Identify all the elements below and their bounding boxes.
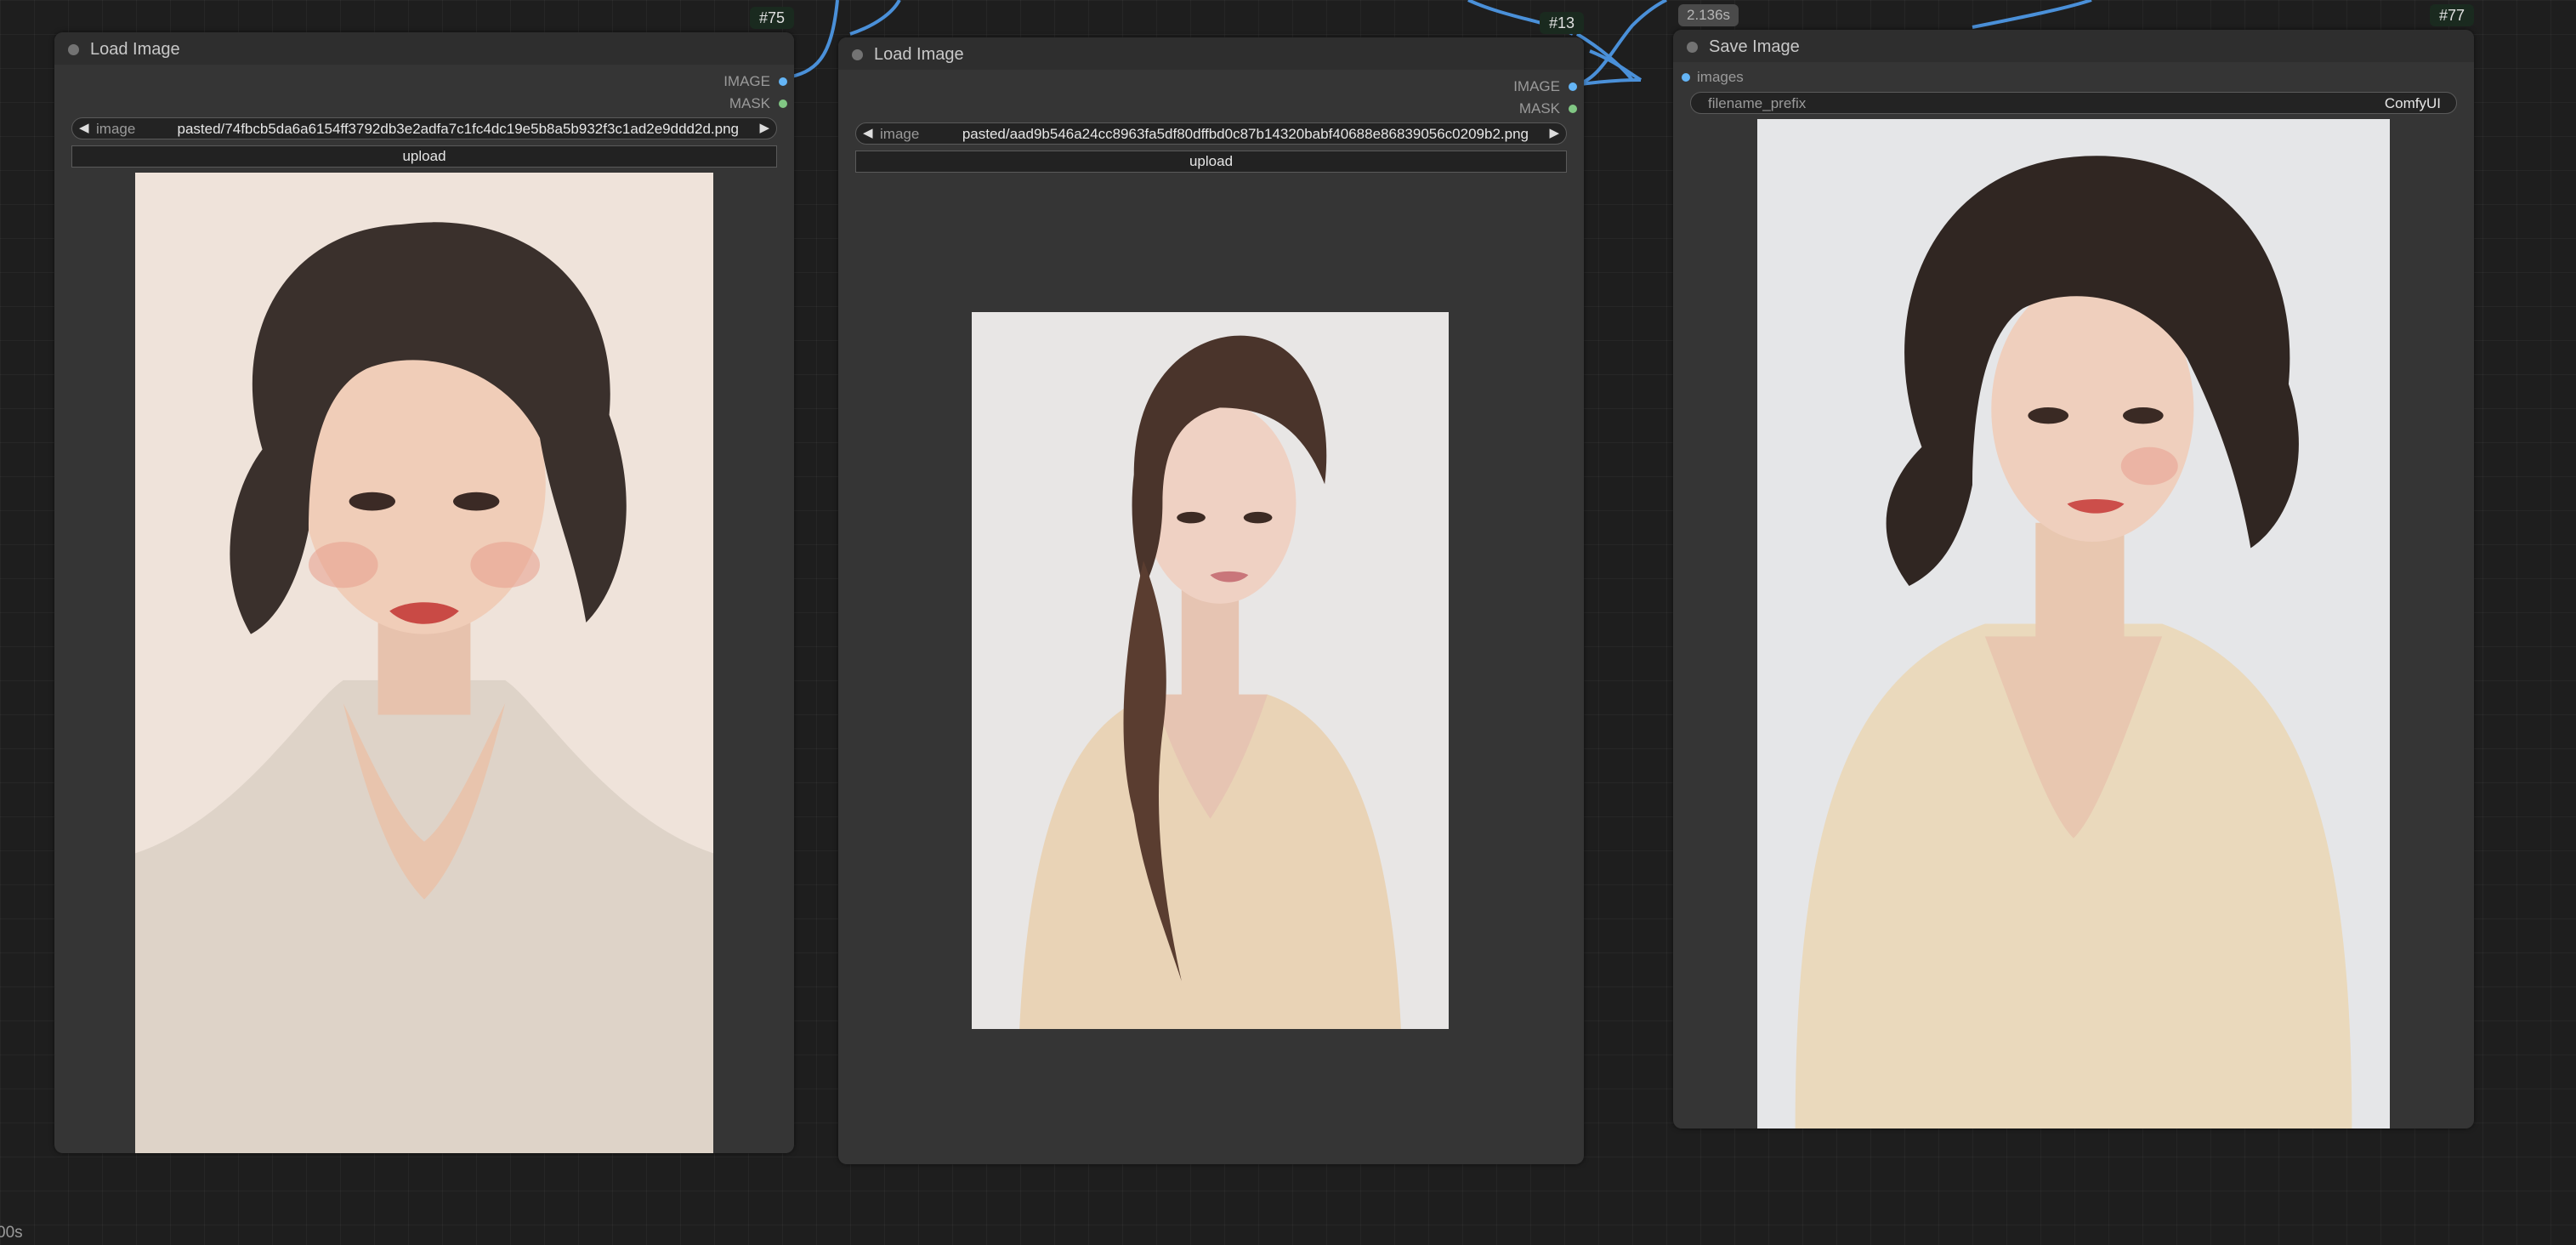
- widget-name: filename_prefix: [1708, 95, 1807, 111]
- widget-value: ComfyUI: [2384, 95, 2441, 111]
- execution-time-badge: 2.136s: [1678, 4, 1739, 26]
- node-title: Load Image: [90, 40, 180, 59]
- upload-button[interactable]: upload: [855, 151, 1567, 173]
- load-image-node-75[interactable]: #75 Load Image IMAGE MASK ◀ image pasted…: [54, 7, 794, 1153]
- image-preview: [972, 312, 1449, 1029]
- node-id-badge: #13: [1539, 12, 1584, 34]
- output-slot-image[interactable]: [1569, 82, 1577, 91]
- node-title-bar[interactable]: Load Image: [54, 32, 794, 65]
- image-preview: [135, 173, 713, 1153]
- collapse-dot-icon[interactable]: [68, 44, 79, 55]
- output-slot-mask[interactable]: [779, 99, 787, 108]
- image-preview: [1757, 119, 2390, 1128]
- image-combo-widget[interactable]: ◀ image pasted/74fbcb5da6a6154ff3792db3e…: [71, 117, 777, 139]
- load-image-node-13[interactable]: #13 Load Image IMAGE MASK ◀ image pasted…: [838, 12, 1584, 1164]
- next-arrow-icon[interactable]: ▶: [759, 120, 769, 135]
- prev-arrow-icon[interactable]: ◀: [79, 120, 89, 135]
- node-title-bar[interactable]: Load Image: [838, 37, 1584, 70]
- node-id-badge: #77: [2429, 4, 2474, 26]
- collapse-dot-icon[interactable]: [852, 49, 863, 60]
- input-label-images: images: [1697, 69, 1744, 85]
- prev-arrow-icon[interactable]: ◀: [863, 125, 873, 140]
- widget-value: pasted/aad9b546a24cc8963fa5df80dffbd0c87…: [962, 126, 1529, 142]
- next-arrow-icon[interactable]: ▶: [1549, 125, 1559, 140]
- node-title: Save Image: [1709, 37, 1800, 56]
- node-title: Load Image: [874, 45, 964, 64]
- save-image-node-77[interactable]: 2.136s #77 Save Image images filename_pr…: [1673, 4, 2474, 1128]
- output-label-mask: MASK: [729, 95, 770, 111]
- output-label-image: IMAGE: [723, 73, 770, 89]
- output-slot-mask[interactable]: [1569, 105, 1577, 113]
- widget-name: image: [880, 126, 920, 142]
- node-id-badge: #75: [749, 7, 794, 29]
- output-slot-image[interactable]: [779, 77, 787, 86]
- filename-prefix-widget[interactable]: filename_prefix ComfyUI: [1690, 92, 2457, 114]
- output-label-mask: MASK: [1518, 100, 1560, 117]
- widget-name: image: [96, 121, 136, 137]
- collapse-dot-icon[interactable]: [1687, 42, 1698, 53]
- widget-value: pasted/74fbcb5da6a6154ff3792db3e2adfa7c1…: [177, 121, 739, 137]
- input-slot-images[interactable]: [1682, 73, 1690, 82]
- output-label-image: IMAGE: [1513, 78, 1560, 94]
- image-combo-widget[interactable]: ◀ image pasted/aad9b546a24cc8963fa5df80d…: [855, 122, 1567, 145]
- node-title-bar[interactable]: Save Image: [1673, 30, 2474, 62]
- upload-button[interactable]: upload: [71, 145, 777, 168]
- canvas-status-text: 00s: [0, 1224, 23, 1242]
